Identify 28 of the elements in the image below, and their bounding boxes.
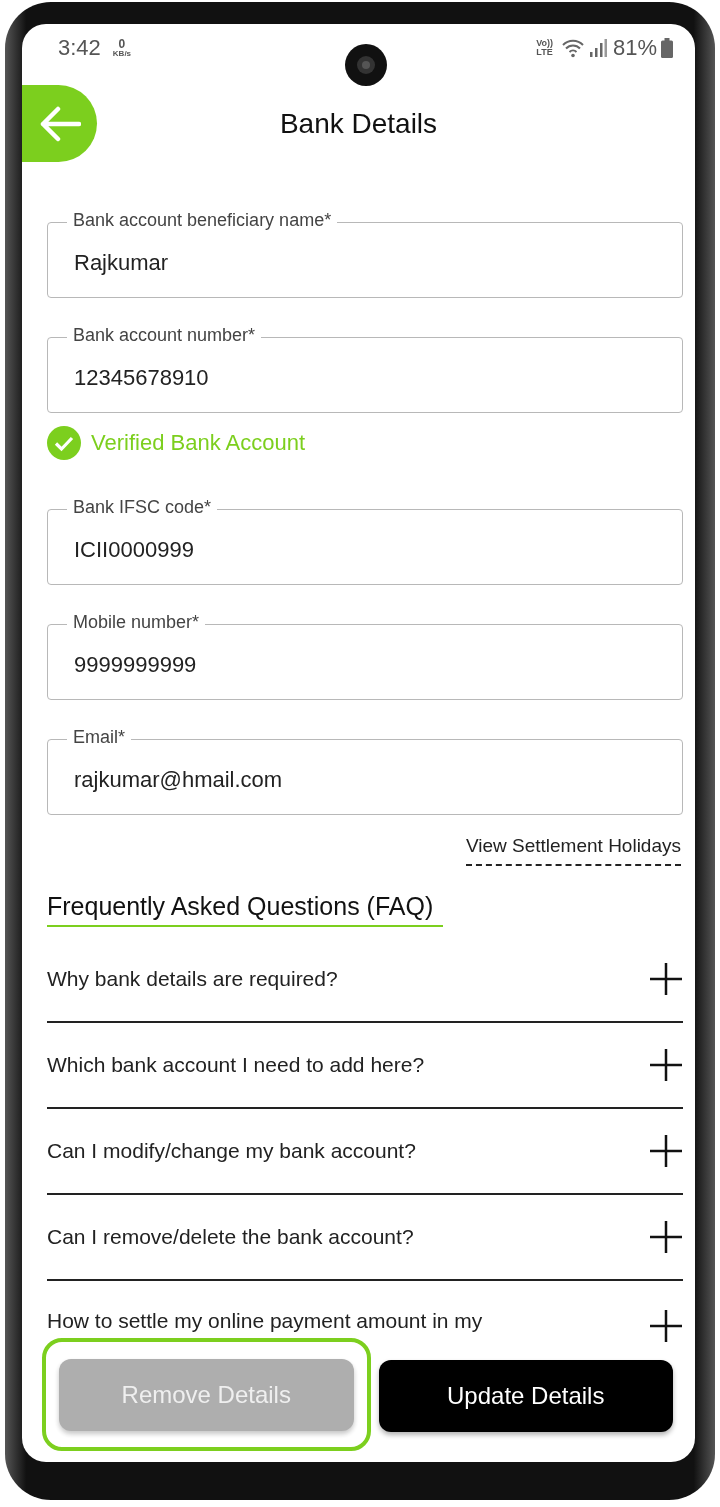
faq-item[interactable]: How to settle my online payment amount in my bbox=[47, 1281, 683, 1347]
field-value: rajkumar@hmail.com bbox=[74, 767, 283, 793]
camera-hole bbox=[345, 44, 387, 86]
field-value: 12345678910 bbox=[74, 365, 209, 391]
status-time: 3:42 bbox=[58, 35, 101, 61]
field-value: Rajkumar bbox=[74, 250, 169, 276]
data-rate-value: 0 bbox=[118, 38, 126, 50]
verified-status: Verified Bank Account bbox=[91, 430, 306, 456]
data-rate-unit: KB/s bbox=[112, 50, 132, 58]
faq-item[interactable]: Can I modify/change my bank account? bbox=[47, 1109, 683, 1195]
settlement-holidays-link[interactable]: View Settlement Holidays bbox=[465, 835, 681, 866]
field-value: ICII0000999 bbox=[74, 537, 194, 563]
signal-icon bbox=[588, 38, 607, 58]
update-button[interactable]: Update Details bbox=[378, 1360, 673, 1432]
field-value: 9999999999 bbox=[74, 652, 197, 678]
battery-level: 81% bbox=[612, 35, 657, 61]
faq-item[interactable]: Which bank account I need to add here? bbox=[47, 1023, 683, 1109]
faq-item[interactable]: Can I remove/delete the bank account? bbox=[47, 1195, 683, 1281]
back-button[interactable] bbox=[22, 85, 97, 162]
network-type: LTE bbox=[536, 48, 553, 57]
volte-label: Vo)) bbox=[536, 39, 553, 48]
battery-icon bbox=[661, 38, 673, 58]
back-arrow-icon bbox=[38, 105, 81, 142]
page-title: Bank Details bbox=[279, 107, 438, 140]
faq-heading: Frequently Asked Questions (FAQ) bbox=[47, 892, 444, 927]
faq-item[interactable]: Why bank details are required? bbox=[47, 937, 683, 1023]
field-label: Bank account beneficiary name* bbox=[67, 210, 338, 231]
wifi-icon bbox=[560, 38, 585, 58]
